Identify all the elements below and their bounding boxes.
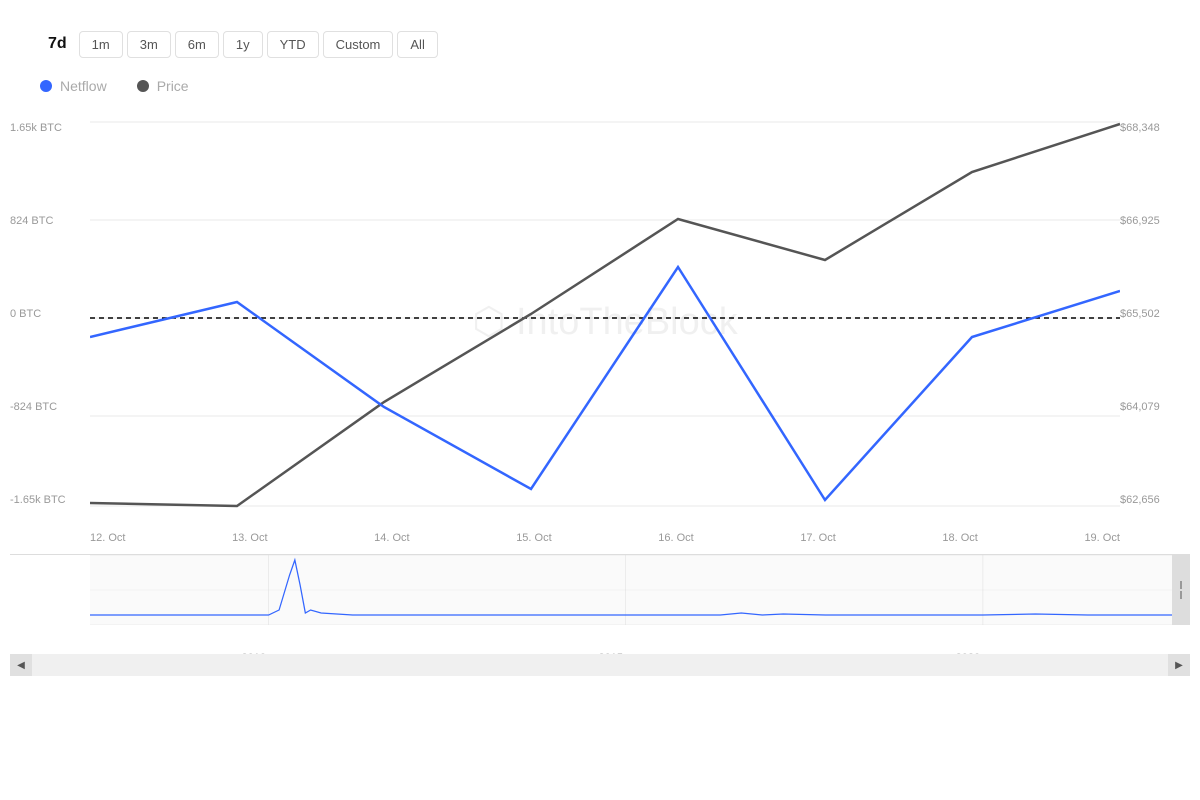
y-left-5: -1.65k BTC	[10, 494, 90, 506]
y-right-3: $65,502	[1120, 308, 1190, 320]
y-left-3: 0 BTC	[10, 308, 90, 320]
x-label-7: 19. Oct	[1084, 532, 1119, 544]
btn-1y[interactable]: 1y	[223, 31, 263, 58]
mini-chart-handle[interactable]	[1172, 555, 1190, 625]
y-left-1: 1.65k BTC	[10, 122, 90, 134]
main-container: 7d 1m 3m 6m 1y YTD Custom All Netflow Pr…	[0, 0, 1200, 800]
x-label-0: 12. Oct	[90, 532, 125, 544]
btn-1m[interactable]: 1m	[79, 31, 123, 58]
legend-price: Price	[137, 78, 189, 94]
svg-text:⬡ IntoTheBlock: ⬡ IntoTheBlock	[472, 301, 739, 343]
mini-chart-svg	[90, 555, 1172, 625]
chart-legend: Netflow Price	[0, 73, 1200, 114]
btn-ytd[interactable]: YTD	[267, 31, 319, 58]
y-right-4: $64,079	[1120, 401, 1190, 413]
price-dot	[137, 80, 149, 92]
price-label: Price	[157, 78, 189, 94]
x-label-1: 13. Oct	[232, 532, 267, 544]
time-range-bar: 7d 1m 3m 6m 1y YTD Custom All	[0, 20, 1200, 73]
main-chart-svg: ⬡ IntoTheBlock	[90, 114, 1120, 514]
y-axis-left: 1.65k BTC 824 BTC 0 BTC -824 BTC -1.65k …	[10, 114, 90, 514]
btn-3m[interactable]: 3m	[127, 31, 171, 58]
scroll-right-button[interactable]: ▶	[1168, 654, 1190, 676]
x-label-3: 15. Oct	[516, 532, 551, 544]
y-axis-right: $68,348 $66,925 $65,502 $64,079 $62,656	[1120, 114, 1190, 514]
scrollbar: ◀ ▶	[10, 654, 1190, 676]
netflow-label: Netflow	[60, 78, 107, 94]
y-left-2: 824 BTC	[10, 215, 90, 227]
btn-7d[interactable]: 7d	[40, 30, 75, 58]
x-label-4: 16. Oct	[658, 532, 693, 544]
main-chart-area: 1.65k BTC 824 BTC 0 BTC -824 BTC -1.65k …	[10, 114, 1190, 544]
scroll-left-button[interactable]: ◀	[10, 654, 32, 676]
legend-netflow: Netflow	[40, 78, 107, 94]
y-right-1: $68,348	[1120, 122, 1190, 134]
netflow-dot	[40, 80, 52, 92]
scroll-track[interactable]	[32, 654, 1168, 676]
x-axis: 12. Oct 13. Oct 14. Oct 15. Oct 16. Oct …	[90, 532, 1120, 544]
btn-6m[interactable]: 6m	[175, 31, 219, 58]
y-right-5: $62,656	[1120, 494, 1190, 506]
mini-chart-area: 2010 2015 2020	[10, 554, 1190, 654]
y-left-4: -824 BTC	[10, 401, 90, 413]
x-label-2: 14. Oct	[374, 532, 409, 544]
x-label-5: 17. Oct	[800, 532, 835, 544]
btn-custom[interactable]: Custom	[323, 31, 394, 58]
btn-all[interactable]: All	[397, 31, 437, 58]
x-label-6: 18. Oct	[942, 532, 977, 544]
y-right-2: $66,925	[1120, 215, 1190, 227]
